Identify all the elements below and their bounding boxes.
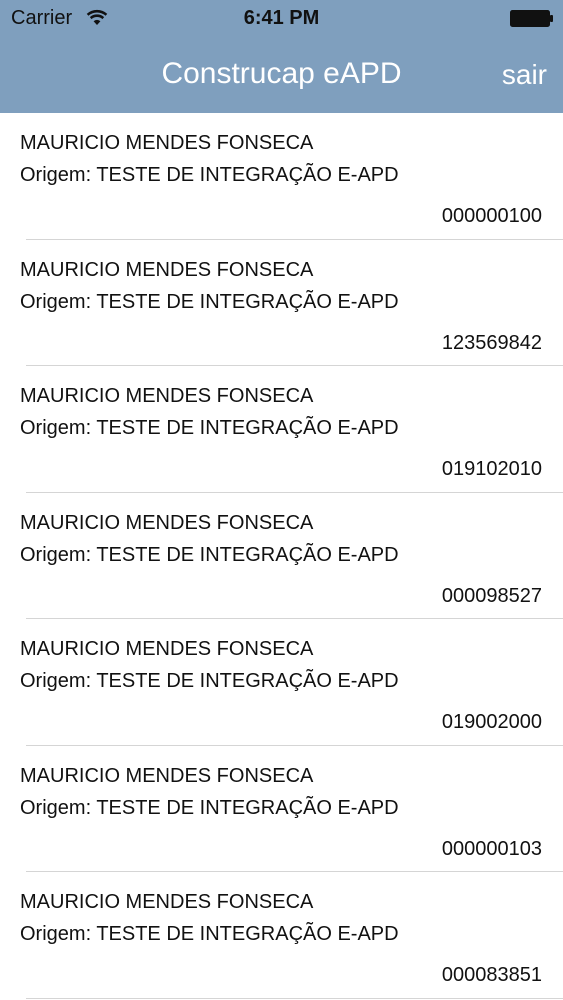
item-name: MAURICIO MENDES FONSECA: [20, 891, 314, 913]
list-item[interactable]: MAURICIO MENDES FONSECA Origem: TESTE DE …: [0, 872, 563, 999]
item-name: MAURICIO MENDES FONSECA: [20, 638, 314, 660]
item-code: 019102010: [441, 458, 542, 480]
item-code: 000098527: [441, 584, 542, 607]
page-title: Construcap eAPD: [161, 57, 402, 90]
logout-button[interactable]: sair: [502, 55, 547, 95]
list-item[interactable]: MAURICIO MENDES FONSECA Origem: TESTE DE …: [0, 113, 563, 240]
list-item[interactable]: MAURICIO MENDES FONSECA Origem: TESTE DE …: [0, 366, 563, 493]
navigation-bar: Construcap eAPD sair: [0, 38, 563, 113]
item-code: 000000103: [441, 837, 542, 860]
list-item[interactable]: MAURICIO MENDES FONSECA Origem: TESTE DE …: [0, 493, 563, 620]
document-list: MAURICIO MENDES FONSECA Origem: TESTE DE …: [0, 113, 563, 1000]
item-name: MAURICIO MENDES FONSECA: [20, 132, 314, 154]
item-origin: Origem: TESTE DE INTEGRAÇÃO E-APD: [20, 164, 399, 186]
item-origin: Origem: TESTE DE INTEGRAÇÃO E-APD: [20, 290, 399, 313]
status-time: 6:41 PM: [243, 7, 320, 29]
item-name: MAURICIO MENDES FONSECA: [20, 385, 314, 407]
item-origin: Origem: TESTE DE INTEGRAÇÃO E-APD: [20, 923, 399, 945]
battery-icon: [510, 10, 554, 27]
item-name: MAURICIO MENDES FONSECA: [20, 258, 314, 281]
list-item[interactable]: MAURICIO MENDES FONSECA Origem: TESTE DE …: [0, 619, 563, 746]
item-origin: Origem: TESTE DE INTEGRAÇÃO E-APD: [20, 796, 399, 819]
item-code: 019002000: [441, 711, 542, 733]
item-origin: Origem: TESTE DE INTEGRAÇÃO E-APD: [20, 417, 399, 439]
item-name: MAURICIO MENDES FONSECA: [20, 764, 314, 787]
item-name: MAURICIO MENDES FONSECA: [20, 511, 314, 534]
header: Carrier 6:41 PM Construcap eAPD sair: [0, 0, 563, 113]
item-code: 000000100: [441, 205, 542, 227]
item-code: 000083851: [441, 964, 542, 986]
list-item[interactable]: MAURICIO MENDES FONSECA Origem: TESTE DE …: [0, 240, 563, 367]
app-screen: Carrier 6:41 PM Construcap eAPD sair MAU…: [0, 0, 563, 1000]
item-code: 123569842: [441, 331, 542, 354]
status-bar: Carrier 6:41 PM: [0, 0, 563, 38]
item-origin: Origem: TESTE DE INTEGRAÇÃO E-APD: [20, 543, 399, 566]
item-origin: Origem: TESTE DE INTEGRAÇÃO E-APD: [20, 670, 399, 692]
list-item[interactable]: MAURICIO MENDES FONSECA Origem: TESTE DE …: [0, 746, 563, 873]
